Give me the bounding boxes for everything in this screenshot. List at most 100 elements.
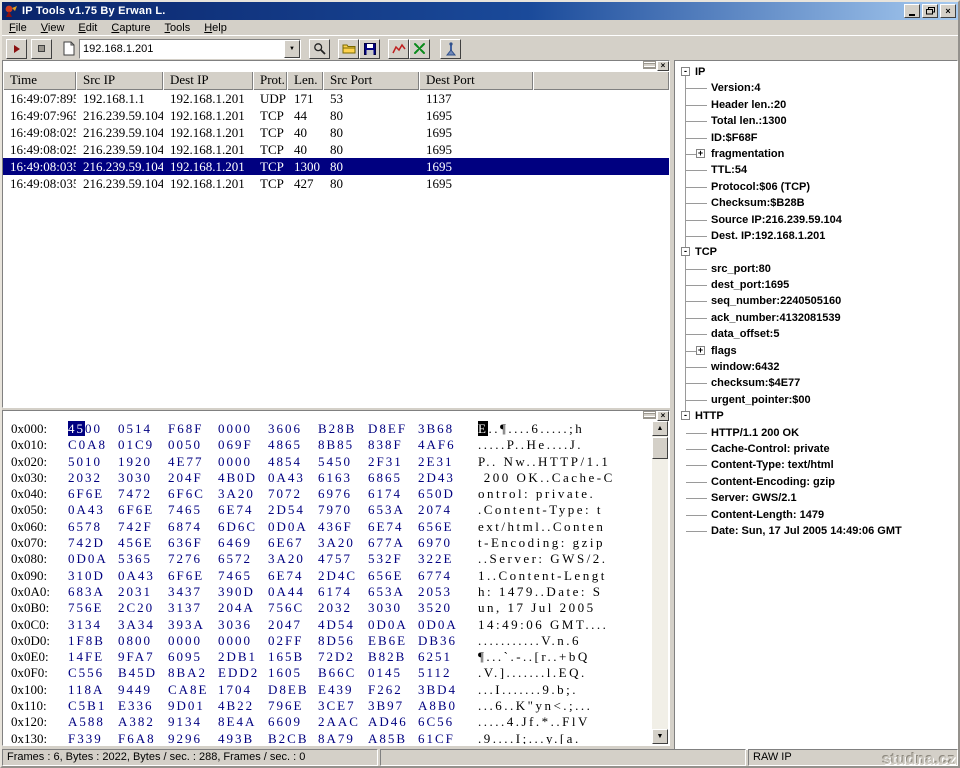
stop-capture-button[interactable] — [31, 39, 52, 59]
column-header-destip[interactable]: Dest IP — [163, 71, 253, 90]
packet-row[interactable]: 16:49:08:025216.239.59.104192.168.1.201T… — [3, 141, 669, 158]
tree-item[interactable]: Protocol:$06 (TCP) — [677, 179, 955, 195]
tree-item[interactable]: urgent_pointer:$00 — [677, 392, 955, 408]
tree-node-ip[interactable]: -IP — [677, 64, 955, 80]
hex-group: 6874 — [168, 519, 218, 535]
column-header-destport[interactable]: Dest Port — [419, 71, 533, 90]
flush-button[interactable] — [409, 39, 430, 59]
address-input[interactable] — [80, 41, 284, 57]
tree-item[interactable]: Version:4 — [677, 80, 955, 96]
tree-item[interactable]: window:6432 — [677, 359, 955, 375]
tree-item[interactable]: Dest. IP:192.168.1.201 — [677, 228, 955, 244]
tree-item[interactable]: HTTP/1.1 200 OK — [677, 425, 955, 441]
hex-row[interactable]: 0x040:6F6E74726F6C3A20707269766174650Don… — [4, 486, 652, 502]
start-capture-button[interactable] — [6, 39, 27, 59]
hex-row[interactable]: 0x050:0A436F6E74656E742D547970653A2074.C… — [4, 502, 652, 518]
menu-item-capture[interactable]: Capture — [104, 21, 157, 35]
chart-button[interactable] — [388, 39, 409, 59]
hex-row[interactable]: 0x000:45000514F68F00003606B28BD8EF3B68E.… — [4, 421, 652, 437]
menu-item-file[interactable]: File — [2, 21, 34, 35]
packet-row[interactable]: 16:49:08:035216.239.59.104192.168.1.201T… — [3, 175, 669, 192]
scroll-up-button[interactable]: ▲ — [652, 421, 668, 436]
hex-row[interactable]: 0x100:118A9449CA8E1704D8EBE439F2623BD4..… — [4, 682, 652, 698]
panel-grip[interactable] — [643, 61, 656, 69]
tree-item[interactable]: +flags — [677, 343, 955, 359]
hex-scrollbar[interactable]: ▲ ▼ — [652, 421, 668, 744]
expand-icon[interactable]: + — [696, 149, 705, 158]
hex-offset: 0x120: — [11, 714, 68, 730]
tree-item[interactable]: Content-Length: 1479 — [677, 507, 955, 523]
hex-row[interactable]: 0x020:501019204E770000485454502F312E31P.… — [4, 454, 652, 470]
scrollbar-track[interactable] — [652, 436, 668, 729]
menu-item-tools[interactable]: Tools — [158, 21, 198, 35]
address-combobox[interactable]: ▼ — [79, 39, 301, 59]
hex-row[interactable]: 0x0C0:31343A34393A303620474D540D0A0D0A14… — [4, 617, 652, 633]
tree-item[interactable]: Date: Sun, 17 Jul 2005 14:49:06 GMT — [677, 523, 955, 539]
combo-dropdown-button[interactable]: ▼ — [284, 40, 300, 58]
collapse-icon[interactable]: - — [681, 67, 690, 76]
packet-row[interactable]: 16:49:07:965216.239.59.104192.168.1.201T… — [3, 107, 669, 124]
hex-row[interactable]: 0x0D0:1F8B08000000000002FF8D56EB6EDB36..… — [4, 633, 652, 649]
tree-node-tcp[interactable]: -TCP — [677, 244, 955, 260]
tree-item[interactable]: Checksum:$B28B — [677, 195, 955, 211]
hex-row[interactable]: 0x130:F339F6A89296493BB2CB8A79A85B61CF.9… — [4, 731, 652, 744]
tree-item[interactable]: dest_port:1695 — [677, 277, 955, 293]
tree-item[interactable]: data_offset:5 — [677, 326, 955, 342]
hex-row[interactable]: 0x0A0:683A20313437390D0A446174653A2053h:… — [4, 584, 652, 600]
menu-item-edit[interactable]: Edit — [71, 21, 104, 35]
packet-row[interactable]: 16:49:08:035216.239.59.104192.168.1.201T… — [3, 158, 669, 175]
hex-row[interactable]: 0x080:0D0A5365727665723A204757532F322E..… — [4, 551, 652, 567]
hex-row[interactable]: 0x120:A588A38291348E4A66092AACAD466C56..… — [4, 714, 652, 730]
restore-button[interactable] — [922, 4, 938, 18]
panel-grip[interactable] — [643, 411, 656, 419]
expand-icon[interactable]: + — [696, 346, 705, 355]
tree-item[interactable]: ack_number:4132081539 — [677, 310, 955, 326]
tools-button[interactable] — [440, 39, 461, 59]
tree-item[interactable]: src_port:80 — [677, 261, 955, 277]
tree-item[interactable]: Total len.:1300 — [677, 113, 955, 129]
hex-row[interactable]: 0x110:C5B1E3369D014B22796E3CE73B97A8B0..… — [4, 698, 652, 714]
column-header-len[interactable]: Len. — [287, 71, 323, 90]
tree-item[interactable]: Header len.:20 — [677, 97, 955, 113]
hex-row[interactable]: 0x010:C0A801C90050069F48658B85838F4AF6..… — [4, 437, 652, 453]
close-button[interactable]: × — [940, 4, 956, 18]
hex-row[interactable]: 0x060:6578742F68746D6C0D0A436F6E74656Eex… — [4, 519, 652, 535]
hex-row[interactable]: 0x090:310D0A436F6E74656E742D4C656E67741.… — [4, 568, 652, 584]
scrollbar-thumb[interactable] — [652, 437, 668, 459]
tree-item[interactable]: TTL:54 — [677, 162, 955, 178]
tree-item[interactable]: Cache-Control: private — [677, 441, 955, 457]
tree-item[interactable]: Content-Encoding: gzip — [677, 474, 955, 490]
tree-item[interactable]: Server: GWS/2.1 — [677, 490, 955, 506]
tree-item[interactable]: ID:$F68F — [677, 130, 955, 146]
tree-node-http[interactable]: -HTTP — [677, 408, 955, 424]
menu-item-help[interactable]: Help — [197, 21, 234, 35]
title-bar[interactable]: IP Tools v1.75 By Erwan L. × — [2, 2, 958, 20]
tree-item[interactable]: seq_number:2240505160 — [677, 293, 955, 309]
packet-row[interactable]: 16:49:07:895192.168.1.1192.168.1.201UDP1… — [3, 90, 669, 107]
packet-panel-close-button[interactable]: × — [657, 61, 669, 71]
tree-item[interactable]: Content-Type: text/html — [677, 457, 955, 473]
collapse-icon[interactable]: - — [681, 411, 690, 420]
hex-row[interactable]: 0x070:742D456E636F64696E673A20677A6970t-… — [4, 535, 652, 551]
new-document-button[interactable] — [58, 39, 79, 59]
column-header-time[interactable]: Time — [3, 71, 76, 90]
packet-row[interactable]: 16:49:08:025216.239.59.104192.168.1.201T… — [3, 124, 669, 141]
column-header-prot[interactable]: Prot. — [253, 71, 287, 90]
scroll-down-button[interactable]: ▼ — [652, 729, 668, 744]
tree-item[interactable]: +fragmentation — [677, 146, 955, 162]
column-header-srcip[interactable]: Src IP — [76, 71, 163, 90]
minimize-button[interactable] — [904, 4, 920, 18]
tree-item[interactable]: checksum:$4E77 — [677, 375, 955, 391]
collapse-icon[interactable]: - — [681, 247, 690, 256]
save-button[interactable] — [359, 39, 380, 59]
hex-row[interactable]: 0x0B0:756E2C203137204A756C203230303520un… — [4, 600, 652, 616]
hex-panel-close-button[interactable]: × — [657, 411, 669, 421]
column-header-srcport[interactable]: Src Port — [323, 71, 419, 90]
hex-row[interactable]: 0x0E0:14FE9FA760952DB1165B72D2B82B6251¶.… — [4, 649, 652, 665]
search-button[interactable] — [309, 39, 330, 59]
hex-row[interactable]: 0x030:20323030204F4B0D0A43616368652D43 2… — [4, 470, 652, 486]
menu-item-view[interactable]: View — [34, 21, 72, 35]
open-folder-button[interactable] — [338, 39, 359, 59]
tree-item[interactable]: Source IP:216.239.59.104 — [677, 212, 955, 228]
hex-row[interactable]: 0x0F0:C556B45D8BA2EDD21605B66C01455112.V… — [4, 665, 652, 681]
